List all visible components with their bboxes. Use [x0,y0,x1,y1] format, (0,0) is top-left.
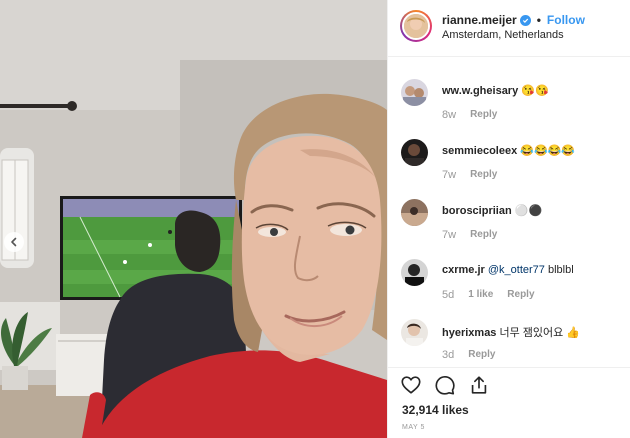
post-actions: 32,914 likes MAY 5 [388,367,630,438]
chevron-left-icon [11,237,17,247]
verified-badge-icon [519,14,531,26]
comment-time[interactable]: 8w [442,109,456,121]
comment-username[interactable]: cxrme.jr [442,264,485,276]
share-icon[interactable] [468,374,490,396]
comment-mention-link[interactable]: @k_otter77 [488,264,545,276]
reply-button[interactable]: Reply [470,109,497,121]
comment-time[interactable]: 7w [442,169,456,181]
comment-text: ww.w.gheisary 😘😘 [442,84,549,97]
post-photo[interactable] [0,0,387,438]
comment-meta: 8w Reply [442,109,497,121]
comment-icon[interactable] [434,374,456,396]
comment-username[interactable]: ww.w.gheisary [442,85,518,97]
likes-count[interactable]: 32,914 likes [402,403,469,417]
follow-button[interactable]: Follow [547,13,585,27]
commenter-avatar[interactable] [401,79,428,106]
comment-meta: 7w Reply [442,169,497,181]
comment-time[interactable]: 7w [442,229,456,241]
comment-username[interactable]: hyerixmas [442,327,496,339]
author-username[interactable]: rianne.meijer [442,13,517,27]
comment-text: cxrme.jr @k_otter77 blblbl [442,264,574,276]
post-location[interactable]: Amsterdam, Netherlands [442,29,564,41]
comment-meta: 5d 1 like Reply [442,289,535,301]
comment-body: 😘😘 [521,85,549,97]
comment-text: semmiecoleex 😂😂😂😂 [442,144,575,157]
header-separator: • [536,13,541,27]
selfie-image [0,0,387,438]
comment-time[interactable]: 3d [442,349,454,361]
carousel-prev-button[interactable] [4,232,24,252]
author-avatar[interactable] [400,10,432,42]
comment-text: hyerixmas 너무 잼있어요 👍 [442,324,580,340]
commenter-avatar[interactable] [401,139,428,166]
comment-list[interactable]: ww.w.gheisary 😘😘 8w Reply semmiecoleex 😂… [388,57,630,367]
reply-button[interactable]: Reply [468,349,495,361]
comment-meta: 7w Reply [442,229,497,241]
comment-username[interactable]: boroscipriian [442,205,512,217]
comment-body: 😂😂😂😂 [520,145,576,157]
comment-body: 너무 잼있어요 👍 [499,327,581,339]
reply-button[interactable]: Reply [507,289,534,301]
comment-username[interactable]: semmiecoleex [442,145,517,157]
comment-meta: 3d Reply [442,349,495,361]
commenter-avatar[interactable] [401,199,428,226]
post-date[interactable]: MAY 5 [402,424,425,431]
comment-body: ⚪⚫ [514,205,543,217]
comment-time[interactable]: 5d [442,289,454,301]
reply-button[interactable]: Reply [470,229,497,241]
action-icon-row [400,374,490,396]
header-user-row: rianne.meijer • Follow [442,13,585,27]
comment-body: blblbl [547,264,574,276]
commenter-avatar[interactable] [401,319,428,346]
post-sidebar: rianne.meijer • Follow Amsterdam, Nether… [387,0,630,438]
comment-text: boroscipriian ⚪⚫ [442,204,542,217]
reply-button[interactable]: Reply [470,169,497,181]
author-avatar-image [404,14,428,38]
commenter-avatar[interactable] [401,259,428,286]
post-header: rianne.meijer • Follow Amsterdam, Nether… [388,0,630,57]
comment-likes[interactable]: 1 like [468,289,493,301]
heart-icon[interactable] [400,374,422,396]
